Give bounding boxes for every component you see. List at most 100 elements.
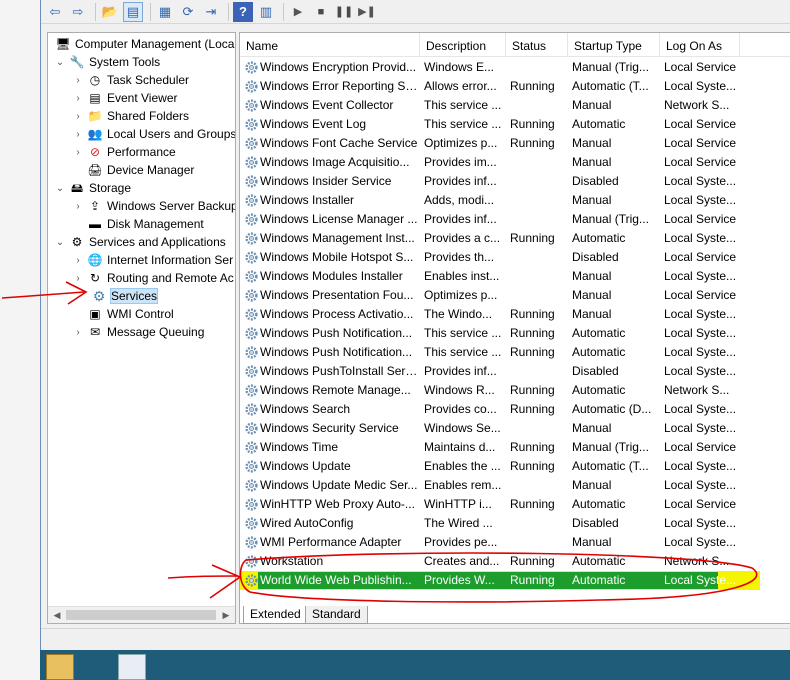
table-row[interactable]: Windows Insider Service Provides inf... Di… bbox=[240, 172, 790, 191]
folder-icon[interactable] bbox=[46, 654, 74, 680]
expand-down-icon[interactable]: ⌄ bbox=[54, 57, 66, 68]
tree-node[interactable]: › ▤ Event Viewer bbox=[72, 89, 177, 107]
service-log-on-as: Local Syste... bbox=[664, 516, 737, 530]
table-row[interactable]: WinHTTP Web Proxy Auto-... WinHTTP i... Ru… bbox=[240, 495, 790, 514]
table-row[interactable]: Windows Mobile Hotspot S... Provides th..… bbox=[240, 248, 790, 267]
table-row[interactable]: Windows Modules Installer Enables inst...… bbox=[240, 267, 790, 286]
expand-right-icon[interactable]: › bbox=[72, 201, 84, 212]
start-service-icon[interactable]: ▶ bbox=[288, 2, 308, 22]
table-row[interactable]: Windows Event Collector This service ... M… bbox=[240, 96, 790, 115]
table-row[interactable]: Windows Presentation Fou... Optimizes p..… bbox=[240, 286, 790, 305]
table-row[interactable]: Windows Push Notification... This service… bbox=[240, 324, 790, 343]
back-arrow-icon[interactable]: ⇦ bbox=[45, 2, 65, 22]
service-log-on-as: Local Syste... bbox=[664, 345, 737, 359]
table-row[interactable]: Windows Update Medic Ser... Enables rem..… bbox=[240, 476, 790, 495]
tree-node[interactable]: ▣ WMI Control bbox=[72, 305, 173, 323]
table-row[interactable]: Windows Security Service Windows Se... Man… bbox=[240, 419, 790, 438]
column-header-description[interactable]: Description bbox=[420, 33, 506, 57]
table-row[interactable]: Windows License Manager ... Provides inf.… bbox=[240, 210, 790, 229]
service-startup-type: Manual bbox=[572, 307, 612, 321]
expand-right-icon[interactable]: › bbox=[72, 111, 84, 122]
restart-service-icon[interactable]: ▶❚ bbox=[357, 2, 377, 22]
service-name: Windows Mobile Hotspot S... bbox=[260, 250, 414, 264]
tree-node[interactable]: 🖨 Device Manager bbox=[72, 161, 194, 179]
table-row[interactable]: Windows Font Cache Service Optimizes p...… bbox=[240, 134, 790, 153]
table-row[interactable]: Windows Push Notification... This service… bbox=[240, 343, 790, 362]
tree-node[interactable]: ⌄ ⚙ Services and Applications bbox=[54, 233, 226, 251]
service-status: Running bbox=[510, 459, 555, 473]
properties-icon[interactable]: ▦ bbox=[155, 2, 175, 22]
up-folder-icon[interactable]: 📂 bbox=[100, 2, 120, 22]
table-row[interactable]: Wired AutoConfig The Wired ... Disabled Loc… bbox=[240, 514, 790, 533]
tree-node[interactable]: › 👥 Local Users and Groups bbox=[72, 125, 235, 143]
forward-arrow-icon[interactable]: ⇨ bbox=[68, 2, 88, 22]
stop-service-icon[interactable]: ■ bbox=[311, 2, 331, 22]
service-description: Windows E... bbox=[424, 60, 495, 74]
table-row[interactable]: Windows Management Inst... Provides a c..… bbox=[240, 229, 790, 248]
scroll-thumb[interactable] bbox=[66, 610, 216, 620]
table-row[interactable]: Workstation Creates and... Running Automati… bbox=[240, 552, 790, 571]
table-row[interactable]: Windows Error Reporting Se... Allows erro… bbox=[240, 77, 790, 96]
expand-right-icon[interactable]: › bbox=[72, 273, 84, 284]
expand-right-icon[interactable]: › bbox=[72, 75, 84, 86]
column-header-log-on-as[interactable]: Log On As bbox=[660, 33, 740, 57]
expand-right-icon[interactable]: › bbox=[72, 129, 84, 140]
service-name: Windows Modules Installer bbox=[260, 269, 403, 283]
tree-node[interactable]: 🖥 Computer Management (Local bbox=[50, 35, 235, 53]
service-log-on-as: Local Service bbox=[664, 212, 737, 226]
table-row[interactable]: Windows Time Maintains d... Running Manual … bbox=[240, 438, 790, 457]
column-header-status[interactable]: Status bbox=[506, 33, 568, 57]
table-row[interactable]: Windows Image Acquisitio... Provides im..… bbox=[240, 153, 790, 172]
service-gear-icon bbox=[245, 308, 258, 321]
tree-node[interactable]: › 🌐 Internet Information Ser bbox=[72, 251, 233, 269]
table-row[interactable]: Windows PushToInstall Serv... Provides in… bbox=[240, 362, 790, 381]
table-row[interactable]: Windows Installer Adds, modi... Manual Loca… bbox=[240, 191, 790, 210]
gear-icon: ⚙ bbox=[92, 288, 106, 304]
services-list[interactable]: Name Description Status Startup Type Log On … bbox=[239, 32, 790, 624]
console-tree[interactable]: ◀ ▶ 🖥 Computer Management (Local ⌄ 🔧 System … bbox=[47, 32, 236, 624]
scroll-right-icon[interactable]: ▶ bbox=[219, 608, 233, 622]
action-pane-icon[interactable]: ▥ bbox=[256, 2, 276, 22]
tab-standard[interactable]: Standard bbox=[305, 606, 368, 624]
tree-node[interactable]: › ◷ Task Scheduler bbox=[72, 71, 189, 89]
expand-right-icon[interactable]: › bbox=[72, 93, 84, 104]
table-row[interactable]: WMI Performance Adapter Provides pe... Man… bbox=[240, 533, 790, 552]
tree-node[interactable]: ⌄ 🔧 System Tools bbox=[54, 53, 160, 71]
tree-horizontal-scrollbar[interactable]: ◀ ▶ bbox=[48, 606, 235, 623]
service-description: Optimizes p... bbox=[424, 136, 498, 150]
expand-down-icon[interactable]: ⌄ bbox=[54, 183, 66, 194]
tab-extended[interactable]: Extended bbox=[243, 606, 308, 624]
show-hide-tree-icon[interactable]: ▤ bbox=[123, 1, 143, 22]
service-description: Adds, modi... bbox=[424, 193, 495, 207]
tree-node[interactable]: › 📁 Shared Folders bbox=[72, 107, 189, 125]
tree-node[interactable]: › ↻ Routing and Remote Ac bbox=[72, 269, 233, 287]
expand-right-icon[interactable]: › bbox=[72, 255, 84, 266]
table-row[interactable]: Windows Event Log This service ... Running… bbox=[240, 115, 790, 134]
scroll-left-icon[interactable]: ◀ bbox=[50, 608, 64, 622]
tree-node[interactable]: › ✉ Message Queuing bbox=[72, 323, 204, 341]
service-gear-icon bbox=[245, 403, 258, 416]
tree-node[interactable]: ⚙ Services bbox=[76, 287, 159, 305]
table-row[interactable]: Windows Remote Manage... Windows R... Runn… bbox=[240, 381, 790, 400]
service-description: Enables the ... bbox=[424, 459, 501, 473]
pause-service-icon[interactable]: ❚❚ bbox=[334, 2, 354, 22]
document-icon[interactable] bbox=[118, 654, 146, 680]
help-icon[interactable]: ? bbox=[233, 1, 253, 22]
table-row[interactable]: Windows Search Provides co... Running Autom… bbox=[240, 400, 790, 419]
tree-node[interactable]: › ⇪ Windows Server Backup bbox=[72, 197, 235, 215]
message-queue-icon: ✉ bbox=[89, 325, 101, 339]
table-row[interactable]: Windows Encryption Provid... Windows E...… bbox=[240, 58, 790, 77]
export-list-icon[interactable]: ⇥ bbox=[201, 2, 221, 22]
column-header-startup-type[interactable]: Startup Type bbox=[568, 33, 660, 57]
expand-down-icon[interactable]: ⌄ bbox=[54, 237, 66, 248]
table-row[interactable]: World Wide Web Publishin... Provides W...… bbox=[240, 571, 760, 590]
expand-right-icon[interactable]: › bbox=[72, 147, 84, 158]
tree-node[interactable]: › ⊘ Performance bbox=[72, 143, 175, 161]
tree-node[interactable]: ⌄ 🖴 Storage bbox=[54, 179, 131, 197]
table-row[interactable]: Windows Process Activatio... The Windo...… bbox=[240, 305, 790, 324]
expand-right-icon[interactable]: › bbox=[72, 327, 84, 338]
service-gear-icon bbox=[245, 441, 258, 454]
refresh-icon[interactable]: ⟳ bbox=[178, 2, 198, 22]
tree-node[interactable]: ▬ Disk Management bbox=[72, 215, 204, 233]
table-row[interactable]: Windows Update Enables the ... Running Auto… bbox=[240, 457, 790, 476]
